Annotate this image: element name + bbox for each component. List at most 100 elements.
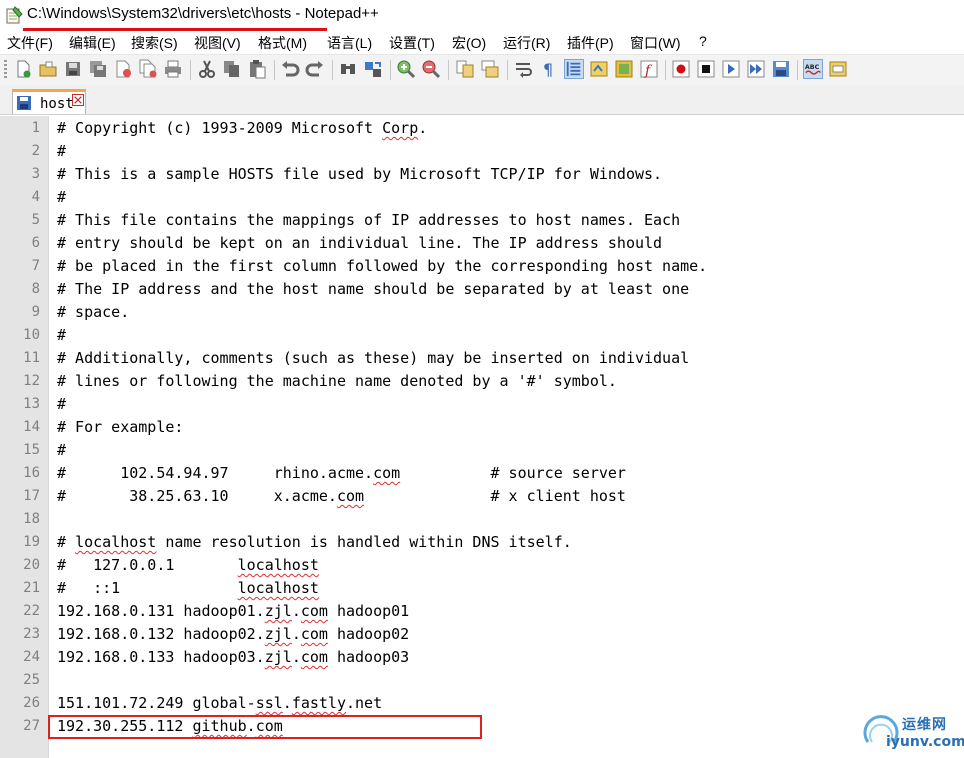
editor[interactable]: 1 2 3 4 5 6 7 8 9 10 11 12 13 14 15 16 17 18 19 20 21 22 23 24 2… — [0, 116, 964, 758]
code-text: # 127.0.0.1 — [57, 556, 238, 574]
line-number[interactable]: 20 — [0, 557, 40, 573]
find-icon[interactable] — [338, 59, 358, 79]
toolbar-grip[interactable] — [4, 60, 7, 80]
line-number[interactable]: 2 — [0, 143, 40, 159]
indent-guide-icon[interactable] — [564, 59, 584, 79]
run-macro-multiple-icon[interactable] — [746, 59, 766, 79]
word-wrap-icon[interactable] — [514, 59, 534, 79]
stop-record-icon[interactable] — [696, 59, 716, 79]
line-number[interactable]: 16 — [0, 465, 40, 481]
code-line: # space. — [57, 303, 129, 321]
line-number[interactable]: 10 — [0, 327, 40, 343]
code-line: # — [57, 142, 66, 160]
line-number-gutter: 1 2 3 4 5 6 7 8 9 10 11 12 13 14 15 16 17 18 19 20 21 22 23 24 2… — [0, 116, 49, 758]
code-text: # — [57, 326, 67, 344]
code-line: # — [57, 395, 66, 413]
line-number[interactable]: 19 — [0, 534, 40, 550]
line-number[interactable]: 26 — [0, 695, 40, 711]
line-number[interactable]: 9 — [0, 304, 40, 320]
menu-edit[interactable]: 编辑(E) — [69, 33, 116, 53]
code-line: # 38.25.63.10 x.acme.com # x client host — [57, 487, 626, 505]
spell-check-icon[interactable]: ABC — [803, 59, 823, 79]
save-disk-icon — [17, 96, 31, 110]
code-text: # — [57, 395, 67, 413]
code-line: 192.168.0.131 hadoop01.zjl.com hadoop01 — [57, 602, 409, 620]
doc-map-icon[interactable] — [614, 59, 634, 79]
line-number[interactable]: 15 — [0, 442, 40, 458]
code-line: # The IP address and the host name shoul… — [57, 280, 689, 298]
line-number[interactable]: 22 — [0, 603, 40, 619]
replace-icon[interactable] — [363, 59, 383, 79]
print-icon[interactable] — [163, 59, 183, 79]
line-number[interactable]: 13 — [0, 396, 40, 412]
toolbar-separator — [332, 60, 333, 80]
close-all-icon[interactable] — [138, 59, 158, 79]
code-line: # — [57, 441, 66, 459]
user-lang-icon[interactable] — [589, 59, 609, 79]
copy-icon[interactable] — [222, 59, 242, 79]
line-number[interactable]: 5 — [0, 212, 40, 228]
redo-icon[interactable] — [305, 59, 325, 79]
save-macro-icon[interactable] — [771, 59, 791, 79]
code-text: . — [291, 602, 301, 620]
line-number[interactable]: 8 — [0, 281, 40, 297]
tab-hosts[interactable]: host — [12, 89, 86, 114]
line-number[interactable]: 18 — [0, 511, 40, 527]
code-line: # — [57, 326, 66, 344]
paste-icon[interactable] — [247, 59, 267, 79]
line-number[interactable]: 24 — [0, 649, 40, 665]
line-number[interactable]: 25 — [0, 672, 40, 688]
spell-check-options-icon[interactable] — [828, 59, 848, 79]
menu-run[interactable]: 运行(R) — [503, 33, 550, 53]
line-number[interactable]: 4 — [0, 189, 40, 205]
line-number[interactable]: 21 — [0, 580, 40, 596]
close-icon[interactable] — [113, 59, 133, 79]
close-tab-icon[interactable] — [72, 94, 84, 106]
svg-text:¶: ¶ — [543, 60, 553, 79]
menu-search[interactable]: 搜索(S) — [131, 33, 178, 53]
line-number[interactable]: 1 — [0, 120, 40, 136]
code-text: . — [291, 648, 301, 666]
show-all-chars-icon[interactable]: ¶ — [539, 59, 559, 79]
save-icon[interactable] — [63, 59, 83, 79]
menu-format[interactable]: 格式(M) — [258, 33, 307, 53]
save-all-icon[interactable] — [88, 59, 108, 79]
playback-macro-icon[interactable] — [721, 59, 741, 79]
menu-help[interactable]: ? — [699, 33, 707, 49]
line-number[interactable]: 7 — [0, 258, 40, 274]
line-number[interactable]: 14 — [0, 419, 40, 435]
code-text: # ::1 — [57, 579, 238, 597]
code-text: # 102.54.94.97 rhino.acme. — [57, 464, 374, 482]
menu-settings[interactable]: 设置(T) — [389, 33, 435, 53]
cut-icon[interactable] — [197, 59, 217, 79]
open-file-icon[interactable] — [38, 59, 58, 79]
code-text: 151.101.72.249 global- — [57, 694, 256, 712]
line-number[interactable]: 17 — [0, 488, 40, 504]
line-number[interactable]: 12 — [0, 373, 40, 389]
menu-plugins[interactable]: 插件(P) — [567, 33, 614, 53]
undo-icon[interactable] — [280, 59, 300, 79]
new-file-icon[interactable] — [13, 59, 33, 79]
line-number[interactable]: 23 — [0, 626, 40, 642]
line-number[interactable]: 11 — [0, 350, 40, 366]
line-number[interactable]: 3 — [0, 166, 40, 182]
menu-window[interactable]: 窗口(W) — [630, 33, 681, 53]
menu-language[interactable]: 语言(L) — [327, 33, 372, 53]
zoom-in-icon[interactable] — [396, 59, 416, 79]
svg-text:ABC: ABC — [805, 64, 820, 71]
zoom-out-icon[interactable] — [421, 59, 441, 79]
code-text: hadoop03 — [327, 648, 410, 666]
line-number[interactable]: 6 — [0, 235, 40, 251]
toolbar-separator — [274, 60, 275, 80]
sync-horizontal-icon[interactable] — [480, 59, 500, 79]
sync-vertical-icon[interactable] — [455, 59, 475, 79]
menu-file[interactable]: 文件(F) — [7, 33, 53, 53]
menu-view[interactable]: 视图(V) — [194, 33, 241, 53]
function-list-icon[interactable]: f — [639, 59, 659, 79]
spellcheck-flagged-word: com — [373, 464, 401, 482]
line-number[interactable]: 27 — [0, 718, 40, 734]
code-text: # — [57, 441, 67, 459]
menu-macro[interactable]: 宏(O) — [452, 33, 486, 53]
record-macro-icon[interactable] — [671, 59, 691, 79]
title-bar: C:\Windows\System32\drivers\etc\hosts - … — [0, 0, 964, 32]
